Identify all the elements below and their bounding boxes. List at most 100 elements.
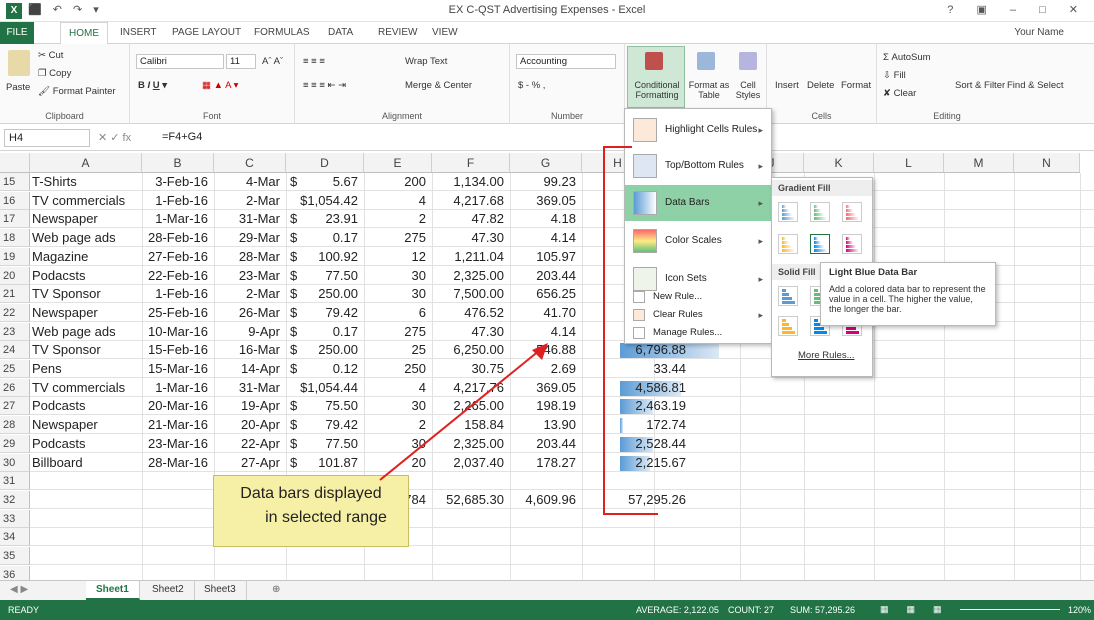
cell-e[interactable] bbox=[364, 547, 430, 565]
cell-a[interactable] bbox=[32, 528, 144, 546]
cell-g[interactable] bbox=[510, 510, 580, 528]
cell-b[interactable] bbox=[142, 547, 212, 565]
cell-g[interactable]: 4.14 bbox=[510, 229, 580, 247]
cell-d[interactable]: 250.00 bbox=[288, 285, 362, 303]
menu-top-bottom-rules[interactable]: Top/Bottom Rules ▸ bbox=[625, 149, 771, 183]
cell-c[interactable]: 14-Apr bbox=[214, 360, 284, 378]
row-header[interactable]: 19 bbox=[0, 247, 30, 266]
cell-f[interactable]: 30.75 bbox=[432, 360, 508, 378]
paste-icon[interactable] bbox=[8, 50, 30, 76]
cell-b[interactable]: 1-Mar-16 bbox=[142, 210, 212, 228]
format-painter-button[interactable]: 🖌 Format Painter bbox=[38, 86, 116, 97]
cell-c[interactable]: 27-Apr bbox=[214, 454, 284, 472]
cell-g[interactable]: 4,609.96 bbox=[510, 491, 580, 509]
row-header[interactable]: 30 bbox=[0, 453, 30, 472]
row-header[interactable]: 36 bbox=[0, 565, 30, 580]
cell-e[interactable]: 30 bbox=[364, 285, 430, 303]
cell-a[interactable]: T-Shirts bbox=[32, 173, 144, 191]
cell-e[interactable]: 275 bbox=[364, 229, 430, 247]
format-button[interactable]: Format bbox=[841, 80, 871, 91]
cell-d[interactable]: 0.17 bbox=[288, 229, 362, 247]
cell-c[interactable]: 31-Mar bbox=[214, 379, 284, 397]
cell-b[interactable] bbox=[142, 528, 212, 546]
cell-d[interactable]: 77.50 bbox=[288, 435, 362, 453]
cell-c[interactable]: 29-Mar bbox=[214, 229, 284, 247]
view-mode-icons[interactable]: ▦▦▦ bbox=[880, 604, 960, 615]
cell-g[interactable]: 99.23 bbox=[510, 173, 580, 191]
cell-f[interactable]: 2,037.40 bbox=[432, 454, 508, 472]
cell-e[interactable]: 25 bbox=[364, 341, 430, 359]
cell-h[interactable]: 33.44 bbox=[620, 360, 690, 378]
formula-input[interactable]: =F4+G4 bbox=[162, 131, 202, 143]
cell-e[interactable]: 200 bbox=[364, 173, 430, 191]
format-table-button[interactable]: Format as Table bbox=[687, 80, 731, 100]
cell-e[interactable]: 4 bbox=[364, 379, 430, 397]
more-rules-link[interactable]: More Rules... bbox=[798, 350, 855, 361]
cell-g[interactable]: 13.90 bbox=[510, 416, 580, 434]
font-color-icon[interactable]: ▦ ▲ A ▾ bbox=[202, 80, 238, 91]
cell-b[interactable]: 15-Mar-16 bbox=[142, 360, 212, 378]
cell-b[interactable] bbox=[142, 472, 212, 490]
cell-g[interactable]: 656.25 bbox=[510, 285, 580, 303]
copy-button[interactable]: ❐ Copy bbox=[38, 68, 71, 79]
tab-insert[interactable]: INSERT bbox=[120, 27, 157, 38]
cell-d[interactable]: 75.50 bbox=[288, 397, 362, 415]
cell-g[interactable]: 105.97 bbox=[510, 248, 580, 266]
column-header-a[interactable]: A bbox=[30, 153, 142, 173]
user-name[interactable]: Your Name bbox=[1014, 27, 1064, 38]
cell-f[interactable]: 1,211.04 bbox=[432, 248, 508, 266]
cell-b[interactable]: 1-Feb-16 bbox=[142, 192, 212, 210]
cell-g[interactable]: 203.44 bbox=[510, 435, 580, 453]
cell-g[interactable] bbox=[510, 566, 580, 580]
cell-c[interactable]: 16-Mar bbox=[214, 341, 284, 359]
menu-data-bars[interactable]: Data Bars ▸ bbox=[625, 185, 771, 221]
cell-c[interactable] bbox=[214, 547, 284, 565]
add-sheet-icon[interactable]: ⊕ bbox=[262, 581, 290, 600]
find-select-button[interactable]: Find & Select bbox=[1007, 80, 1064, 91]
tab-data[interactable]: DATA bbox=[328, 27, 353, 38]
row-header[interactable]: 33 bbox=[0, 509, 30, 528]
cell-d[interactable]: $1,054.44 bbox=[288, 379, 362, 397]
cell-a[interactable]: Magazine bbox=[32, 248, 144, 266]
cell-c[interactable]: 4-Mar bbox=[214, 173, 284, 191]
number-format-icons[interactable]: $ - % , bbox=[518, 80, 545, 91]
column-header-n[interactable]: N bbox=[1014, 153, 1080, 173]
row-header[interactable]: 29 bbox=[0, 434, 30, 453]
cell-h[interactable]: 2,528.44 bbox=[620, 435, 690, 453]
cell-b[interactable]: 25-Feb-16 bbox=[142, 304, 212, 322]
cell-a[interactable]: TV Sponsor bbox=[32, 341, 144, 359]
cell-e[interactable]: 20 bbox=[364, 454, 430, 472]
cell-c[interactable]: 20-Apr bbox=[214, 416, 284, 434]
cell-a[interactable]: TV commercials bbox=[32, 379, 144, 397]
cell-e[interactable]: 6 bbox=[364, 304, 430, 322]
cell-e[interactable]: 30 bbox=[364, 267, 430, 285]
data-bar-swatch[interactable] bbox=[778, 286, 798, 306]
wrap-text-button[interactable]: Wrap Text bbox=[405, 56, 447, 67]
cell-f[interactable]: 4,217.68 bbox=[432, 192, 508, 210]
cell-g[interactable]: 198.19 bbox=[510, 397, 580, 415]
cell-f[interactable]: 476.52 bbox=[432, 304, 508, 322]
cell-c[interactable]: 9-Apr bbox=[214, 323, 284, 341]
row-header[interactable]: 18 bbox=[0, 229, 30, 248]
cell-g[interactable]: 203.44 bbox=[510, 267, 580, 285]
paste-button[interactable]: Paste bbox=[6, 82, 30, 93]
cell-d[interactable]: 79.42 bbox=[288, 416, 362, 434]
cell-f[interactable] bbox=[432, 472, 508, 490]
cell-f[interactable]: 47.30 bbox=[432, 229, 508, 247]
menu-clear-rules[interactable]: Clear Rules ▸ bbox=[625, 307, 771, 323]
row-header[interactable]: 15 bbox=[0, 173, 30, 191]
data-bar-swatch[interactable] bbox=[778, 234, 798, 254]
data-bar-swatch[interactable] bbox=[778, 316, 798, 336]
align-horizontal-icons[interactable]: ≡ ≡ ≡ ⇤ ⇥ bbox=[303, 80, 346, 91]
cell-c[interactable]: 22-Apr bbox=[214, 435, 284, 453]
cell-a[interactable]: Newspaper bbox=[32, 304, 144, 322]
cell-f[interactable] bbox=[432, 510, 508, 528]
data-bar-swatch[interactable] bbox=[842, 202, 862, 222]
row-header[interactable]: 31 bbox=[0, 472, 30, 491]
cell-h[interactable]: 172.74 bbox=[620, 416, 690, 434]
cell-c[interactable] bbox=[214, 566, 284, 580]
tab-home[interactable]: HOME bbox=[60, 22, 108, 45]
cell-g[interactable] bbox=[510, 547, 580, 565]
data-bar-swatch[interactable] bbox=[842, 234, 862, 254]
cell-a[interactable]: Web page ads bbox=[32, 323, 144, 341]
